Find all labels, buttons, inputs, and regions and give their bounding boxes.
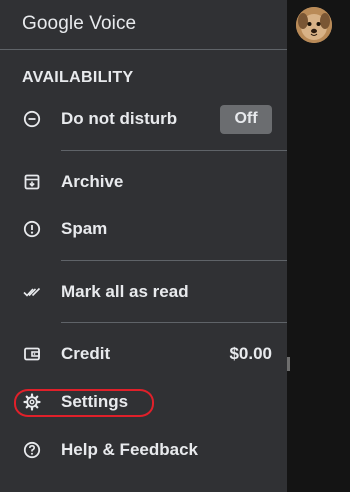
help-circle-icon	[23, 441, 41, 459]
archive-label: Archive	[61, 172, 124, 191]
do-not-disturb-label: Do not disturb	[61, 109, 178, 128]
mark-all-read-label: Mark all as read	[61, 282, 189, 301]
archive-item[interactable]: Archive	[0, 164, 287, 200]
settings-label: Settings	[61, 392, 129, 411]
account-avatar[interactable]	[296, 7, 332, 43]
gear-icon	[23, 393, 41, 411]
content-scrim[interactable]	[287, 0, 350, 492]
availability-divider	[61, 150, 287, 151]
navigation-drawer: Google Voice AVAILABILITY Do not disturb…	[0, 0, 287, 492]
done-all-icon	[23, 283, 41, 301]
alert-circle-icon	[23, 220, 41, 238]
settings-item[interactable]: Settings	[0, 384, 287, 420]
wallet-icon	[23, 345, 41, 363]
do-not-disturb-toggle[interactable]: Off	[220, 104, 272, 134]
archive-icon	[23, 173, 41, 191]
help-feedback-item[interactable]: Help & Feedback	[0, 432, 287, 468]
spam-item[interactable]: Spam	[0, 211, 287, 247]
credit-item[interactable]: Credit $0.00	[0, 336, 287, 372]
actions-divider	[61, 322, 287, 323]
header-divider	[0, 49, 287, 50]
help-feedback-label: Help & Feedback	[61, 440, 198, 459]
availability-heading: AVAILABILITY	[22, 69, 134, 86]
scrollbar-thumb[interactable]	[287, 357, 290, 371]
minus-circle-icon	[23, 110, 41, 128]
mark-all-read-item[interactable]: Mark all as read	[0, 274, 287, 310]
credit-balance: $0.00	[229, 344, 272, 363]
credit-label: Credit	[61, 344, 111, 363]
folders-divider	[61, 260, 287, 261]
dog-avatar-icon	[296, 7, 332, 43]
app-title: Google Voice	[22, 13, 137, 34]
spam-label: Spam	[61, 219, 108, 238]
do-not-disturb-item[interactable]: Do not disturb Off	[0, 101, 287, 137]
